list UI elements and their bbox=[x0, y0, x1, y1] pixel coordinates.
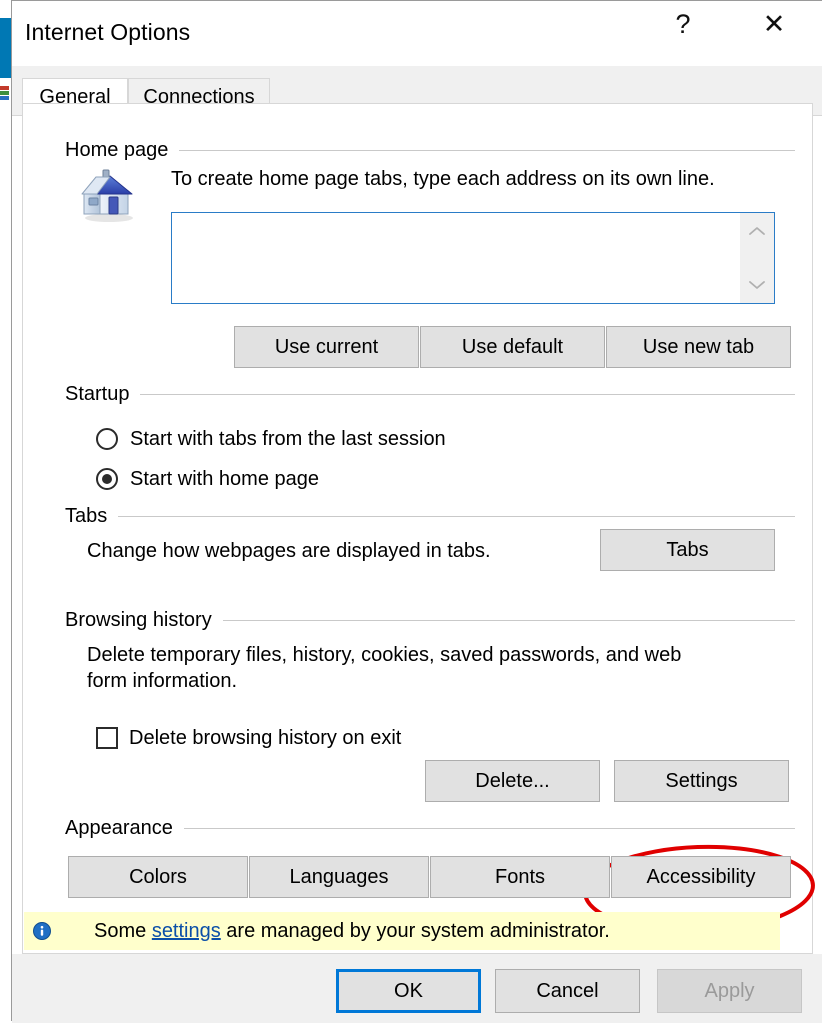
radio-indicator[interactable] bbox=[96, 428, 118, 450]
tabs-group-header: Tabs bbox=[65, 503, 795, 529]
background-app-icon bbox=[0, 18, 11, 78]
general-tab-panel: Home page To create home page tabs, type… bbox=[22, 103, 815, 954]
startup-group-rule bbox=[140, 393, 795, 395]
window-title: Internet Options bbox=[25, 19, 191, 45]
radio-indicator[interactable] bbox=[96, 468, 118, 490]
delete-button-label: Delete... bbox=[475, 769, 550, 792]
info-icon bbox=[33, 922, 51, 940]
dialog-footer: OK Cancel Apply bbox=[12, 954, 822, 1023]
fonts-button-label: Fonts bbox=[494, 865, 546, 888]
use-current-label: Use current bbox=[274, 335, 379, 358]
chevron-down-icon[interactable] bbox=[748, 279, 766, 291]
appearance-group-rule bbox=[183, 827, 795, 829]
appearance-group-label: Appearance bbox=[65, 816, 184, 840]
home-icon bbox=[81, 169, 133, 222]
ok-button-label: OK bbox=[394, 979, 423, 1002]
cancel-button-label: Cancel bbox=[536, 979, 599, 1002]
apply-button: Apply bbox=[657, 969, 802, 1013]
radio-start-with-tabs-last-session[interactable]: Start with tabs from the last session bbox=[96, 424, 446, 454]
use-default-button[interactable]: Use default bbox=[420, 326, 605, 368]
admin-notice-text-before: Some bbox=[94, 919, 152, 942]
home-page-address-field[interactable] bbox=[171, 212, 775, 304]
tabs-group-rule bbox=[118, 515, 795, 517]
delete-browsing-history-on-exit-label: Delete browsing history on exit bbox=[129, 726, 402, 749]
ok-button[interactable]: OK bbox=[336, 969, 481, 1013]
tabs-button-label: Tabs bbox=[666, 538, 709, 561]
colors-button-label: Colors bbox=[129, 865, 187, 888]
appearance-group-header: Appearance bbox=[65, 815, 795, 841]
cancel-button[interactable]: Cancel bbox=[495, 969, 640, 1013]
home-page-scrollbar[interactable] bbox=[740, 213, 774, 303]
admin-notice-text-after: are managed by your system administrator… bbox=[220, 919, 610, 942]
home-page-group-label: Home page bbox=[65, 138, 180, 162]
startup-group-header: Startup bbox=[65, 381, 795, 407]
home-page-group-header: Home page bbox=[65, 137, 795, 163]
home-page-group-rule bbox=[179, 149, 795, 151]
tabs-button[interactable]: Tabs bbox=[600, 529, 775, 571]
use-new-tab-button[interactable]: Use new tab bbox=[606, 326, 791, 368]
chevron-up-icon[interactable] bbox=[748, 225, 766, 237]
settings-button[interactable]: Settings bbox=[614, 760, 789, 802]
languages-button-label: Languages bbox=[289, 865, 389, 888]
background-stripe-green bbox=[0, 91, 9, 95]
use-default-label: Use default bbox=[461, 335, 564, 358]
close-button[interactable]: ✕ bbox=[743, 1, 805, 47]
help-icon: ? bbox=[675, 8, 691, 39]
help-button[interactable]: ? bbox=[652, 1, 714, 47]
languages-button[interactable]: Languages bbox=[249, 856, 429, 898]
browsing-history-group-rule bbox=[222, 619, 795, 621]
home-page-description: To create home page tabs, type each addr… bbox=[171, 168, 715, 190]
use-new-tab-label: Use new tab bbox=[642, 335, 755, 358]
admin-notice-text: Some settings are managed by your system… bbox=[94, 920, 610, 943]
radio-start-with-home-page-label: Start with home page bbox=[130, 467, 319, 490]
background-stripe-red bbox=[0, 86, 9, 90]
admin-settings-link[interactable]: settings bbox=[152, 920, 221, 942]
close-icon: ✕ bbox=[762, 8, 786, 39]
browsing-history-description: Delete temporary files, history, cookies… bbox=[87, 644, 682, 692]
fonts-button[interactable]: Fonts bbox=[430, 856, 610, 898]
radio-start-with-tabs-last-session-label: Start with tabs from the last session bbox=[130, 427, 446, 450]
background-stripe-blue bbox=[0, 96, 9, 100]
accessibility-button-label: Accessibility bbox=[646, 865, 756, 888]
title-bar: Internet Options ? ✕ bbox=[12, 1, 822, 66]
home-page-textarea[interactable] bbox=[172, 213, 740, 303]
checkbox-indicator[interactable] bbox=[96, 727, 118, 749]
startup-group-label: Startup bbox=[65, 382, 141, 406]
browsing-history-group-header: Browsing history bbox=[65, 607, 795, 633]
radio-start-with-home-page[interactable]: Start with home page bbox=[96, 464, 319, 494]
browsing-history-group-label: Browsing history bbox=[65, 608, 223, 632]
use-current-button[interactable]: Use current bbox=[234, 326, 419, 368]
internet-options-dialog: Internet Options ? ✕ General Connections… bbox=[11, 0, 822, 1023]
colors-button[interactable]: Colors bbox=[68, 856, 248, 898]
apply-button-label: Apply bbox=[704, 979, 755, 1002]
delete-browsing-history-on-exit-checkbox[interactable]: Delete browsing history on exit bbox=[96, 723, 401, 753]
delete-button[interactable]: Delete... bbox=[425, 760, 600, 802]
tabs-description: Change how webpages are displayed in tab… bbox=[87, 540, 491, 562]
settings-button-label: Settings bbox=[665, 769, 738, 792]
admin-notice-bar: Some settings are managed by your system… bbox=[24, 912, 780, 950]
tabs-group-label: Tabs bbox=[65, 504, 119, 528]
accessibility-button[interactable]: Accessibility bbox=[611, 856, 791, 898]
